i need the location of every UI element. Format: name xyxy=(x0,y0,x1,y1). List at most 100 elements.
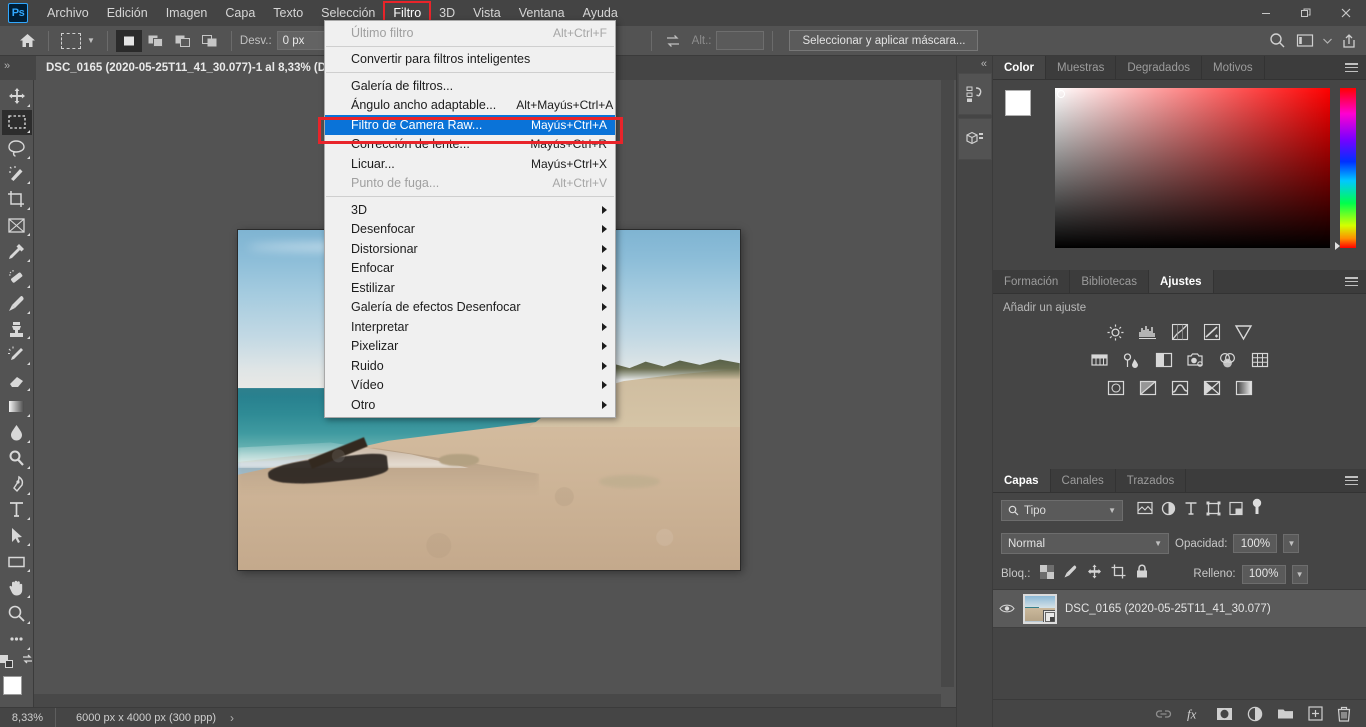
gradient-map-icon[interactable] xyxy=(1201,378,1223,398)
hand-tool[interactable] xyxy=(2,575,32,600)
fill-stepper[interactable]: ▼ xyxy=(1291,564,1308,584)
home-icon[interactable] xyxy=(14,30,40,52)
layer-filter-select[interactable]: Tipo ▼ xyxy=(1001,500,1123,521)
layer-style-icon[interactable]: fx xyxy=(1186,706,1202,722)
tab-formacion[interactable]: Formación xyxy=(993,270,1071,293)
filter-type-icon[interactable] xyxy=(1184,501,1198,521)
blend-mode-select[interactable]: Normal ▼ xyxy=(1001,533,1169,554)
curves-icon[interactable] xyxy=(1169,322,1191,342)
tab-bibliotecas[interactable]: Bibliotecas xyxy=(1070,270,1149,293)
zoom-level[interactable]: 8,33% xyxy=(0,707,56,727)
menu-item-correccion-de-lente[interactable]: Corrección de lente... Mayús+Ctrl+R xyxy=(325,135,615,155)
swap-colors-icon[interactable] xyxy=(21,653,34,671)
tab-motivos[interactable]: Motivos xyxy=(1201,56,1265,79)
color-panel-swatches[interactable] xyxy=(1003,88,1045,130)
gradient-tool[interactable] xyxy=(2,394,32,419)
tab-trazados[interactable]: Trazados xyxy=(1115,469,1187,492)
menu-capa[interactable]: Capa xyxy=(216,2,264,24)
type-tool[interactable] xyxy=(2,498,32,523)
filter-smart-icon[interactable] xyxy=(1229,501,1243,521)
3d-panel-icon[interactable] xyxy=(957,118,992,160)
eraser-tool[interactable] xyxy=(2,368,32,393)
menu-item-convertir-filtros-inteligentes[interactable]: Convertir para filtros inteligentes xyxy=(325,50,615,70)
share-icon[interactable] xyxy=(1336,30,1362,52)
foreground-color-swatch[interactable] xyxy=(2,675,22,695)
tab-color[interactable]: Color xyxy=(993,56,1047,79)
layer-thumbnail[interactable] xyxy=(1023,593,1057,624)
selective-color-icon[interactable] xyxy=(1233,378,1255,398)
path-selection-tool[interactable] xyxy=(2,523,32,548)
menu-item-desenfocar[interactable]: Desenfocar xyxy=(325,220,615,240)
edit-toolbar-button[interactable] xyxy=(2,627,32,652)
menu-item-otro[interactable]: Otro xyxy=(325,395,615,415)
tab-capas[interactable]: Capas xyxy=(993,469,1051,492)
tab-canales[interactable]: Canales xyxy=(1050,469,1116,492)
photo-filter-icon[interactable] xyxy=(1185,350,1207,370)
tab-ajustes[interactable]: Ajustes xyxy=(1148,270,1214,293)
restore-button[interactable] xyxy=(1286,0,1326,26)
menu-item-galeria-efectos-desenfocar[interactable]: Galería de efectos Desenfocar xyxy=(325,298,615,318)
vibrance-icon[interactable] xyxy=(1233,322,1255,342)
tab-degradados[interactable]: Degradados xyxy=(1116,56,1202,79)
blur-tool[interactable] xyxy=(2,420,32,445)
intersect-selection-button[interactable] xyxy=(197,30,223,52)
filter-pixel-icon[interactable] xyxy=(1137,501,1153,520)
opacity-input[interactable]: 100% xyxy=(1233,534,1278,553)
dodge-tool[interactable] xyxy=(2,446,32,471)
horizontal-scrollbar[interactable] xyxy=(34,694,941,707)
pen-tool[interactable] xyxy=(2,472,32,497)
menu-item-galeria-de-filtros[interactable]: Galería de filtros... xyxy=(325,76,615,96)
color-picker-field[interactable] xyxy=(1055,88,1330,248)
menu-item-interpretar[interactable]: Interpretar xyxy=(325,317,615,337)
lasso-tool[interactable] xyxy=(2,136,32,161)
zoom-tool[interactable] xyxy=(2,601,32,626)
history-brush-tool[interactable] xyxy=(2,342,32,367)
new-fill-adjustment-icon[interactable] xyxy=(1247,706,1263,722)
layer-name[interactable]: DSC_0165 (2020-05-25T11_41_30.077) xyxy=(1065,603,1271,615)
workspace-icon[interactable] xyxy=(1292,30,1318,52)
default-colors-icon[interactable] xyxy=(0,655,13,669)
double-chevron-right-icon[interactable]: » xyxy=(4,60,10,72)
panel-menu-icon[interactable] xyxy=(1337,270,1366,293)
hue-slider[interactable] xyxy=(1335,88,1356,250)
lock-artboard-icon[interactable] xyxy=(1111,564,1126,584)
fill-input[interactable]: 100% xyxy=(1241,564,1286,584)
black-white-icon[interactable] xyxy=(1153,350,1175,370)
delete-layer-icon[interactable] xyxy=(1337,706,1351,722)
foreground-color-chip[interactable] xyxy=(1005,90,1031,116)
lock-image-icon[interactable] xyxy=(1063,564,1078,584)
history-panel-icon[interactable] xyxy=(957,73,992,115)
quick-selection-tool[interactable] xyxy=(2,162,32,187)
chevron-down-icon[interactable] xyxy=(1320,30,1334,52)
menu-texto[interactable]: Texto xyxy=(264,2,312,24)
search-icon[interactable] xyxy=(1264,30,1290,52)
filter-adjustment-icon[interactable] xyxy=(1161,501,1176,521)
channel-mixer-icon[interactable] xyxy=(1217,350,1239,370)
double-chevron-right-icon[interactable]: « xyxy=(957,56,992,70)
menu-item-ultimo-filtro[interactable]: Último filtro Alt+Ctrl+F xyxy=(325,23,615,43)
document-tab[interactable]: DSC_0165 (2020-05-25T11_41_30.077)-1 al … xyxy=(36,56,336,80)
filter-enable-toggle[interactable] xyxy=(1251,498,1263,523)
subtract-from-selection-button[interactable] xyxy=(170,30,196,52)
menu-item-licuar[interactable]: Licuar... Mayús+Ctrl+X xyxy=(325,154,615,174)
menu-item-filtro-de-camera-raw[interactable]: Filtro de Camera Raw... Mayús+Ctrl+A xyxy=(325,115,615,135)
menu-item-enfocar[interactable]: Enfocar xyxy=(325,259,615,279)
hue-slider-handle[interactable] xyxy=(1335,242,1340,250)
menu-edicion[interactable]: Edición xyxy=(98,2,157,24)
opacity-stepper[interactable]: ▼ xyxy=(1283,534,1300,553)
lock-transparent-icon[interactable] xyxy=(1040,564,1055,584)
layer-mask-icon[interactable] xyxy=(1216,707,1233,721)
panel-menu-icon[interactable] xyxy=(1337,56,1366,79)
tab-muestras[interactable]: Muestras xyxy=(1046,56,1117,79)
invert-icon[interactable] xyxy=(1105,378,1127,398)
color-swatches[interactable] xyxy=(2,675,32,707)
move-tool[interactable] xyxy=(2,84,32,109)
lock-all-icon[interactable] xyxy=(1135,564,1149,584)
add-to-selection-button[interactable] xyxy=(143,30,169,52)
new-group-icon[interactable] xyxy=(1277,707,1294,720)
clone-stamp-tool[interactable] xyxy=(2,317,32,342)
hue-saturation-icon[interactable] xyxy=(1089,350,1111,370)
brush-tool[interactable] xyxy=(2,291,32,316)
panel-menu-icon[interactable] xyxy=(1337,469,1366,492)
layer-row[interactable]: DSC_0165 (2020-05-25T11_41_30.077) xyxy=(993,590,1366,628)
